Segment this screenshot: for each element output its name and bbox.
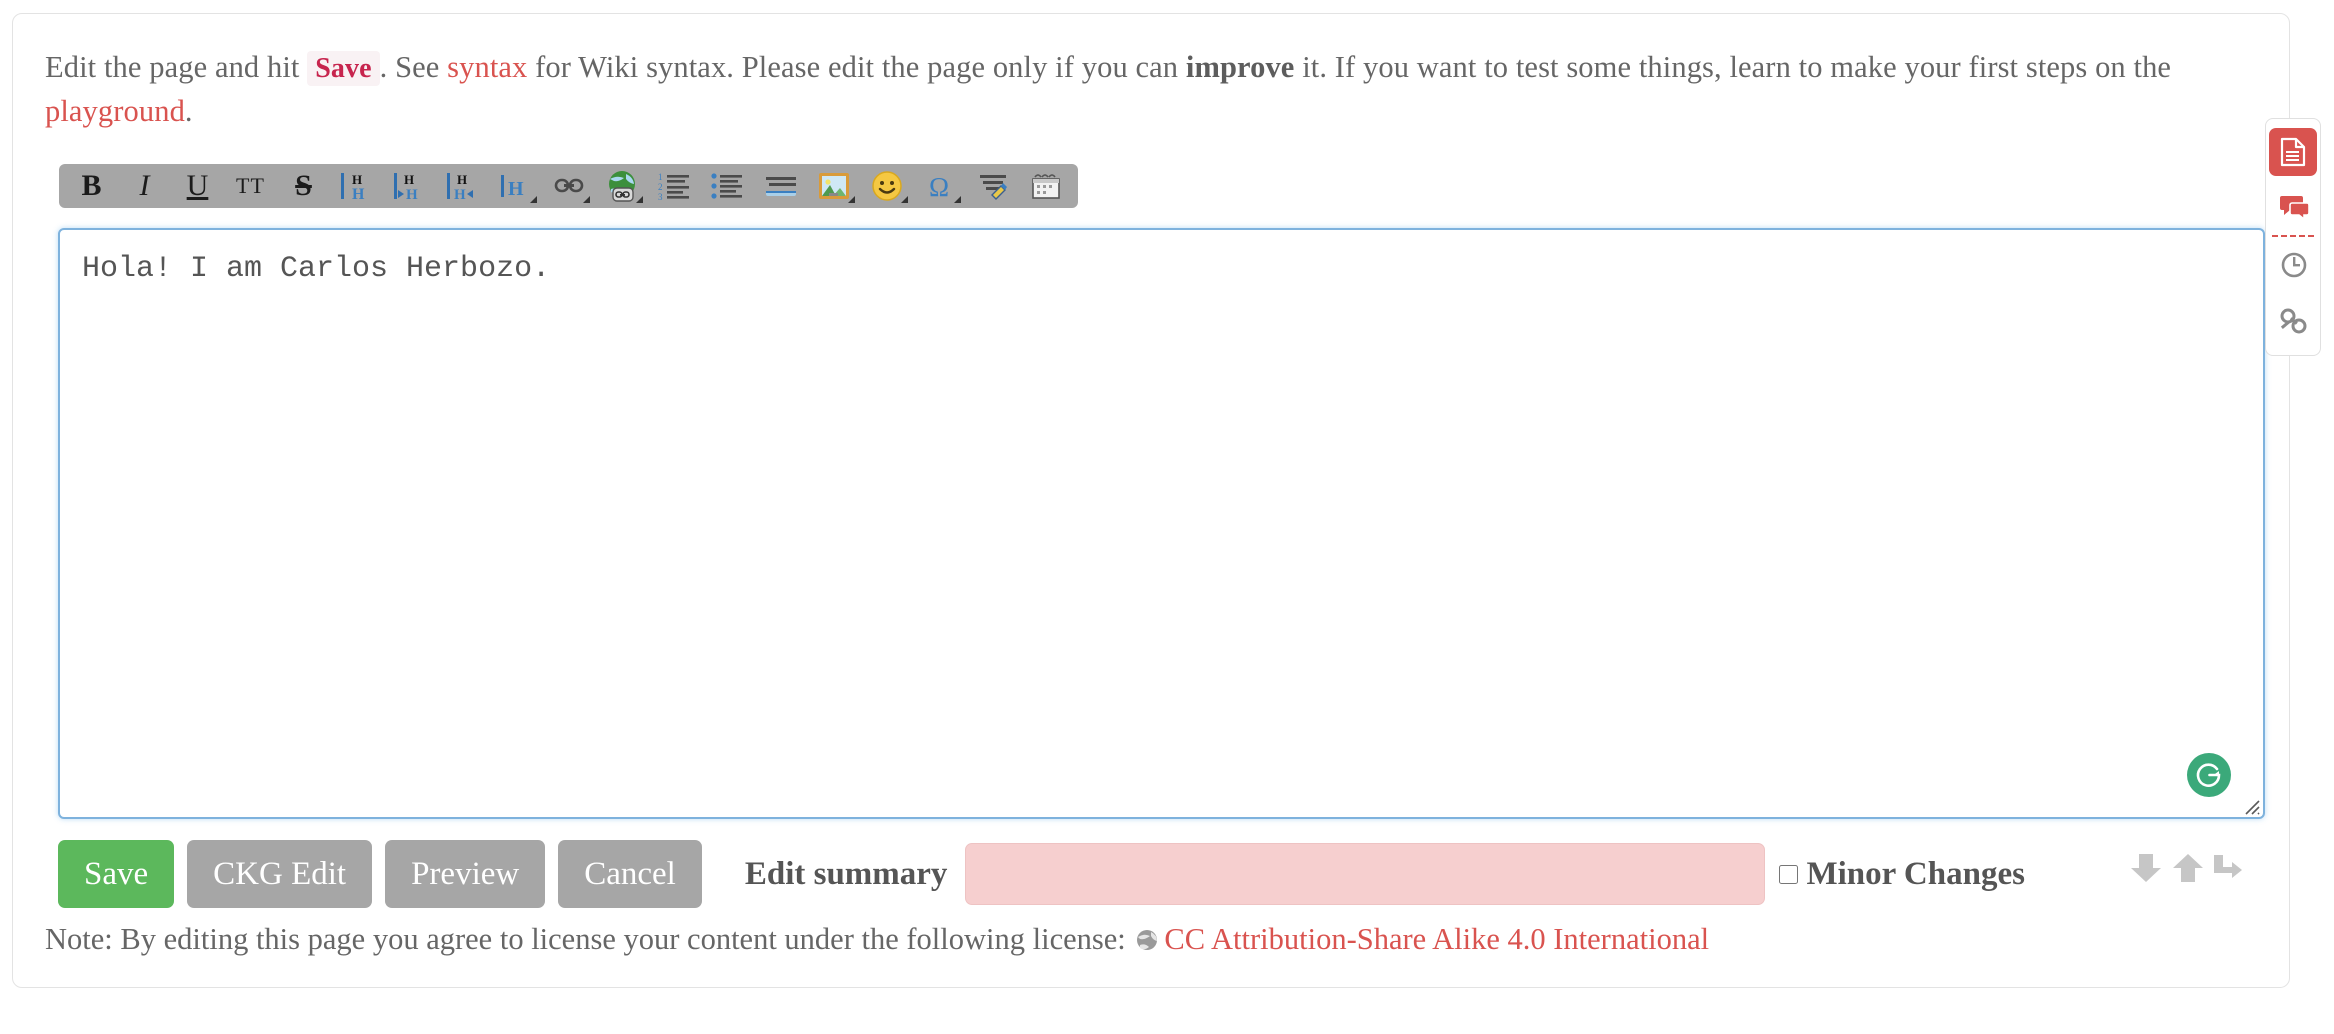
arrow-down-icon[interactable] bbox=[2128, 852, 2164, 884]
edit-instructions: Edit the page and hit Save. See syntax f… bbox=[45, 46, 2260, 132]
page-icon bbox=[2280, 137, 2306, 167]
wiki-text-editor[interactable] bbox=[58, 228, 2265, 819]
dropdown-corner-icon bbox=[848, 196, 855, 203]
grammarly-badge[interactable] bbox=[2187, 753, 2231, 797]
edit-page-container: Edit the page and hit Save. See syntax f… bbox=[12, 13, 2290, 988]
bold-button[interactable]: B bbox=[65, 166, 118, 206]
headline-select-button[interactable]: H bbox=[489, 166, 542, 206]
return-arrow-icon[interactable] bbox=[2212, 853, 2244, 883]
intro-text-5: . bbox=[184, 94, 193, 128]
underline-icon: U bbox=[186, 169, 209, 202]
ckg-edit-button[interactable]: CKG Edit bbox=[187, 840, 373, 908]
ordered-list-icon: 1 2 3 bbox=[658, 171, 692, 201]
svg-text:H: H bbox=[352, 186, 365, 203]
add-image-button[interactable] bbox=[807, 166, 860, 206]
rail-item-page[interactable] bbox=[2269, 128, 2317, 176]
wiki-editor-area bbox=[58, 228, 2265, 819]
preview-button[interactable]: Preview bbox=[385, 840, 546, 908]
svg-text:Ω: Ω bbox=[929, 172, 949, 201]
svg-text:1: 1 bbox=[658, 172, 663, 182]
headline-lower-icon: H H bbox=[393, 169, 427, 203]
intro-text-3: for Wiki syntax. Please edit the page on… bbox=[535, 50, 1179, 84]
save-button[interactable]: Save bbox=[58, 840, 175, 908]
editor-controls: Save CKG Edit Preview Cancel Edit summar… bbox=[58, 840, 2268, 908]
svg-text:2: 2 bbox=[658, 182, 663, 192]
strikethrough-icon: S bbox=[295, 169, 312, 202]
dropdown-corner-icon bbox=[583, 196, 590, 203]
horizontal-rule-icon bbox=[764, 172, 798, 200]
arrow-up-icon[interactable] bbox=[2170, 852, 2206, 884]
rail-item-backlinks[interactable] bbox=[2266, 293, 2322, 349]
ordered-list-button[interactable]: 1 2 3 bbox=[648, 166, 701, 206]
playground-link[interactable]: playground bbox=[45, 94, 185, 128]
svg-text:3: 3 bbox=[658, 192, 663, 201]
minor-changes-checkbox[interactable] bbox=[1779, 864, 1799, 884]
intro-bold-improve: improve bbox=[1185, 50, 1295, 84]
syntax-link[interactable]: syntax bbox=[447, 50, 527, 84]
unordered-list-button[interactable] bbox=[701, 166, 754, 206]
intro-text-2: . See bbox=[379, 50, 440, 84]
monospace-button[interactable]: TT bbox=[224, 166, 277, 206]
globe-link-icon bbox=[604, 168, 640, 204]
minor-changes-label: Minor Changes bbox=[1806, 856, 2025, 892]
external-link-button[interactable] bbox=[595, 166, 648, 206]
minor-changes-group: Minor Changes bbox=[1779, 840, 2025, 908]
smiley-icon bbox=[871, 170, 903, 202]
image-icon bbox=[818, 171, 850, 201]
backlinks-icon bbox=[2280, 308, 2307, 334]
page-tools-rail bbox=[2265, 118, 2321, 356]
headline-higher-button[interactable]: H H bbox=[436, 166, 489, 206]
strikethrough-button[interactable]: S bbox=[277, 166, 330, 206]
svg-text:H: H bbox=[457, 172, 467, 187]
omega-icon: Ω bbox=[924, 171, 956, 201]
scroll-shortcut-arrows bbox=[2128, 852, 2244, 884]
cancel-button[interactable]: Cancel bbox=[558, 840, 702, 908]
underline-button[interactable]: U bbox=[171, 166, 224, 206]
monospace-icon: TT bbox=[236, 173, 265, 198]
grammarly-g-icon bbox=[2196, 763, 2221, 787]
bold-icon: B bbox=[81, 169, 102, 202]
edit-summary-label: Edit summary bbox=[744, 856, 948, 892]
intro-text-4: it. If you want to test some things, lea… bbox=[1302, 50, 2172, 84]
discussion-icon bbox=[2280, 196, 2310, 221]
svg-text:H: H bbox=[508, 178, 524, 200]
svg-text:H: H bbox=[454, 187, 466, 203]
svg-text:H: H bbox=[352, 172, 362, 187]
history-icon bbox=[2281, 252, 2307, 278]
dropdown-corner-icon bbox=[954, 196, 961, 203]
headline-select-icon: H bbox=[499, 169, 533, 203]
headline-same-icon: H H bbox=[340, 169, 374, 203]
license-link[interactable]: CC Attribution-Share Alike 4.0 Internati… bbox=[1164, 922, 1709, 956]
signature-button[interactable] bbox=[966, 166, 1019, 206]
smiley-button[interactable] bbox=[860, 166, 913, 206]
headline-higher-icon: H H bbox=[446, 169, 480, 203]
date-button[interactable] bbox=[1019, 166, 1072, 206]
rail-item-history[interactable] bbox=[2266, 237, 2322, 293]
inline-code-save: Save bbox=[307, 51, 380, 86]
svg-text:H: H bbox=[406, 187, 418, 203]
license-note: Note: By editing this page you agree to … bbox=[45, 922, 1709, 960]
link-icon bbox=[552, 173, 586, 199]
italic-button[interactable]: I bbox=[118, 166, 171, 206]
date-icon bbox=[1030, 171, 1062, 201]
license-note-text: Note: By editing this page you agree to … bbox=[45, 922, 1126, 956]
headline-same-button[interactable]: H H bbox=[330, 166, 383, 206]
italic-icon: I bbox=[139, 169, 150, 202]
headline-lower-button[interactable]: H H bbox=[383, 166, 436, 206]
unordered-list-icon bbox=[710, 171, 745, 201]
dropdown-corner-icon bbox=[530, 196, 537, 203]
signature-icon bbox=[976, 171, 1010, 201]
special-chars-button[interactable]: Ω bbox=[913, 166, 966, 206]
globe-icon bbox=[1135, 925, 1159, 960]
intro-text-1: Edit the page and hit bbox=[45, 50, 300, 84]
horizontal-rule-button[interactable] bbox=[754, 166, 807, 206]
rail-item-discussion[interactable] bbox=[2266, 179, 2322, 235]
svg-text:H: H bbox=[404, 172, 414, 187]
internal-link-button[interactable] bbox=[542, 166, 595, 206]
dropdown-corner-icon bbox=[901, 196, 908, 203]
dropdown-corner-icon bbox=[636, 196, 643, 203]
editor-toolbar: B I U TT S H H H H H H H 1 2 3 Ω bbox=[59, 164, 1078, 208]
edit-summary-input[interactable] bbox=[965, 843, 1766, 905]
